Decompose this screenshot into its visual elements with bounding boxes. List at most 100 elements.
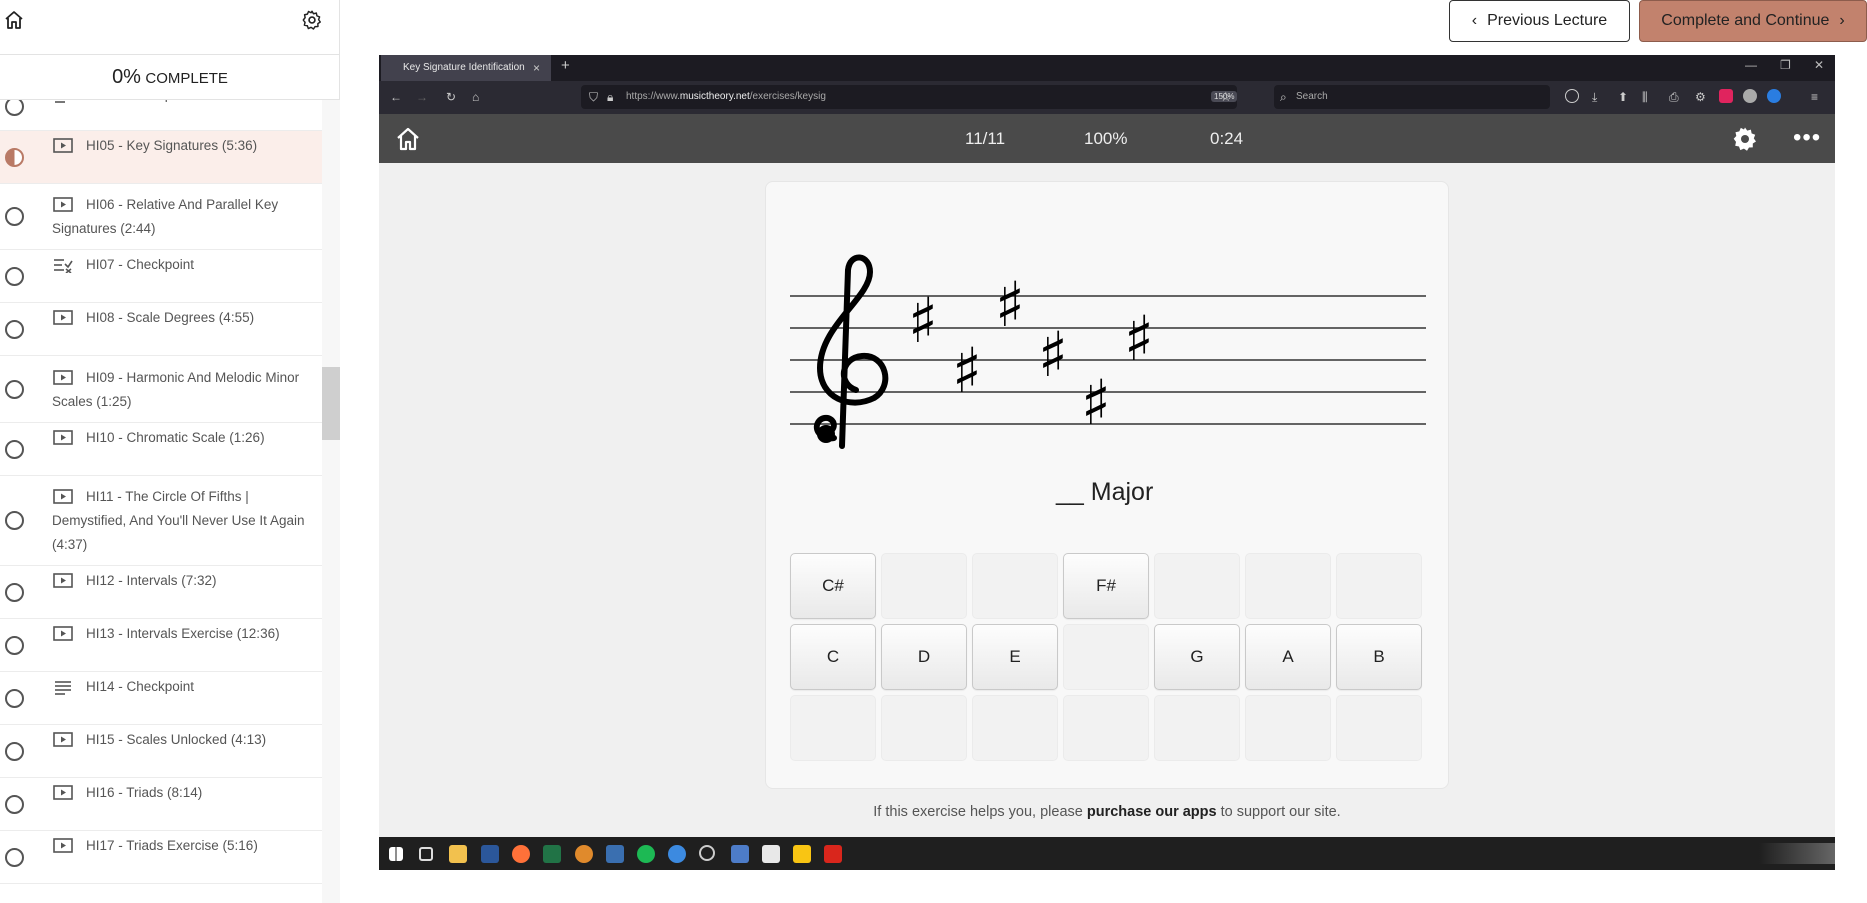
close-window-icon[interactable]: ✕ (1814, 58, 1824, 72)
extension-gear-icon[interactable]: ⚙ (1695, 90, 1706, 104)
lecture-row[interactable]: HI07 - Checkpoint (0, 250, 322, 303)
exercise-settings-icon[interactable] (1732, 126, 1758, 152)
library-icon[interactable]: ⫼ (1642, 90, 1648, 105)
treble-clef-icon (813, 254, 889, 449)
sharp-symbols: ♯ ♯ ♯ ♯ ♯ ♯ (908, 268, 1154, 439)
extension-circle-icon[interactable] (1743, 89, 1757, 103)
answer-key-f-sharp[interactable]: F# (1063, 553, 1149, 619)
incomplete-circle-icon[interactable] (5, 319, 24, 339)
incomplete-circle-icon[interactable] (5, 847, 24, 867)
bookmark-star-icon[interactable]: ☆ (1220, 89, 1232, 105)
excel-icon[interactable] (543, 845, 561, 863)
new-tab-icon[interactable]: + (561, 57, 570, 74)
forward-icon[interactable]: → (416, 90, 428, 104)
home-icon[interactable] (4, 10, 24, 30)
answer-key-a[interactable]: A (1245, 624, 1331, 690)
word-icon[interactable] (481, 845, 499, 863)
app-orange-icon[interactable] (575, 845, 593, 863)
incomplete-circle-icon[interactable] (5, 635, 24, 655)
lecture-row[interactable]: HI08 - Scale Degrees (4:55) (0, 303, 322, 356)
purchase-apps-link[interactable]: purchase our apps (1087, 804, 1217, 820)
lecture-row[interactable]: HI14 - Checkpoint (0, 672, 322, 725)
complete-and-continue-button[interactable]: Complete and Continue › (1639, 0, 1867, 42)
answer-key-d[interactable]: D (881, 624, 967, 690)
lecture-row[interactable]: HI16 - Triads (8:14) (0, 778, 322, 831)
settings-gear-icon[interactable] (301, 9, 323, 31)
firefox-icon[interactable] (512, 845, 530, 863)
incomplete-circle-icon[interactable] (5, 207, 24, 226)
back-icon[interactable]: ← (390, 90, 402, 104)
home-icon[interactable]: ⌂ (472, 90, 479, 104)
lecture-title: HI08 - Scale Degrees (4:55) (86, 309, 255, 325)
lecture-row[interactable]: HI06 - Relative And Parallel Key Signatu… (0, 184, 322, 250)
more-options-icon[interactable]: ••• (1793, 124, 1821, 152)
incomplete-circle-icon[interactable] (5, 688, 24, 708)
browser-tab-bar: Key Signature Identification × + — ❐ ✕ (379, 55, 1835, 81)
incomplete-circle-icon[interactable] (5, 439, 24, 459)
display-icon[interactable] (606, 845, 624, 863)
sidebar-header (0, 0, 340, 55)
spotify-icon[interactable] (637, 845, 655, 863)
incomplete-circle-icon[interactable] (5, 379, 24, 399)
answer-key-g[interactable]: G (1154, 624, 1240, 690)
extension-blue-icon[interactable] (1767, 89, 1781, 103)
answer-key-empty (972, 553, 1058, 619)
obs-icon[interactable] (699, 845, 715, 861)
sharp-c-icon: ♯ (952, 334, 982, 407)
answer-key-e[interactable]: E (972, 624, 1058, 690)
sidebar-scrollbar-thumb[interactable] (322, 367, 340, 440)
file-explorer-icon[interactable] (449, 845, 467, 863)
lecture-row[interactable]: HI04 - Checkpoint (0, 100, 322, 131)
previous-lecture-button[interactable]: ‹ Previous Lecture (1449, 0, 1630, 42)
app-blue-icon[interactable] (731, 845, 749, 863)
browser-search-input[interactable]: ⌕ Search (1274, 85, 1550, 109)
extension-adblock-icon[interactable] (1719, 89, 1733, 103)
incomplete-circle-icon[interactable] (5, 794, 24, 814)
lecture-row[interactable]: HI12 - Intervals (7:32) (0, 566, 322, 619)
lecture-row[interactable]: HI15 - Scales Unlocked (4:13) (0, 725, 322, 778)
url-bar[interactable]: ⛉ 🔒︎ https://www.musictheory.net/exercis… (581, 85, 1238, 109)
browser-tab[interactable]: Key Signature Identification × (381, 55, 551, 81)
answer-key-empty (881, 695, 967, 761)
restore-icon[interactable]: ❐ (1780, 58, 1791, 72)
exercise-home-icon[interactable] (395, 126, 421, 152)
reload-icon[interactable]: ↻ (446, 90, 456, 104)
answer-key-empty (790, 695, 876, 761)
lecture-row[interactable]: HI17 - Triads Exercise (5:16) (0, 831, 322, 884)
acrobat-icon[interactable] (824, 845, 842, 863)
lecture-row[interactable]: HI09 - Harmonic And Melodic Minor Scales… (0, 356, 322, 423)
answer-key-c[interactable]: C (790, 624, 876, 690)
lecture-row[interactable]: HI05 - Key Signatures (5:36) (0, 131, 322, 184)
screenshot-icon[interactable]: ⬆ (1618, 90, 1628, 104)
lecture-title: HI14 - Checkpoint (86, 678, 195, 694)
menu-icon[interactable]: ≡ (1811, 90, 1818, 104)
lecture-row[interactable]: HI13 - Intervals Exercise (12:36) (0, 619, 322, 672)
incomplete-circle-icon[interactable] (5, 100, 24, 116)
incomplete-circle-icon[interactable] (5, 741, 24, 761)
answer-key-b[interactable]: B (1336, 624, 1422, 690)
progress-half-circle-icon[interactable] (5, 147, 24, 167)
app-red-c-icon[interactable] (762, 845, 780, 863)
incomplete-circle-icon[interactable] (5, 511, 24, 530)
sticky-notes-icon[interactable] (793, 845, 811, 863)
lecture-title: HI17 - Triads Exercise (5:16) (86, 837, 258, 853)
lecture-row[interactable]: HI11 - The Circle Of Fifths | Demystifie… (0, 476, 322, 566)
windows-start-icon[interactable] (389, 847, 403, 861)
pocket-icon[interactable] (1565, 89, 1579, 103)
vpn-shield-icon[interactable] (668, 845, 686, 863)
incomplete-circle-icon[interactable] (5, 582, 24, 602)
lecture-row[interactable]: HI10 - Chromatic Scale (1:26) (0, 423, 322, 476)
print-icon[interactable]: ⎙ (1669, 90, 1679, 105)
task-view-icon[interactable] (419, 847, 433, 861)
download-icon[interactable]: ⤓ (1592, 90, 1597, 105)
answer-key-c-sharp[interactable]: C# (790, 553, 876, 619)
lecture-title: HI13 - Intervals Exercise (12:36) (86, 625, 280, 641)
tab-close-icon[interactable]: × (533, 55, 540, 81)
windows-taskbar (379, 837, 1835, 870)
shield-icon: ⛉ (589, 90, 599, 104)
incomplete-circle-icon[interactable] (5, 266, 24, 286)
sidebar-scrollbar[interactable] (322, 100, 340, 903)
score-percent: 100% (1084, 129, 1128, 148)
minimize-icon[interactable]: — (1745, 58, 1757, 72)
tab-title: Key Signature Identification (403, 62, 525, 73)
